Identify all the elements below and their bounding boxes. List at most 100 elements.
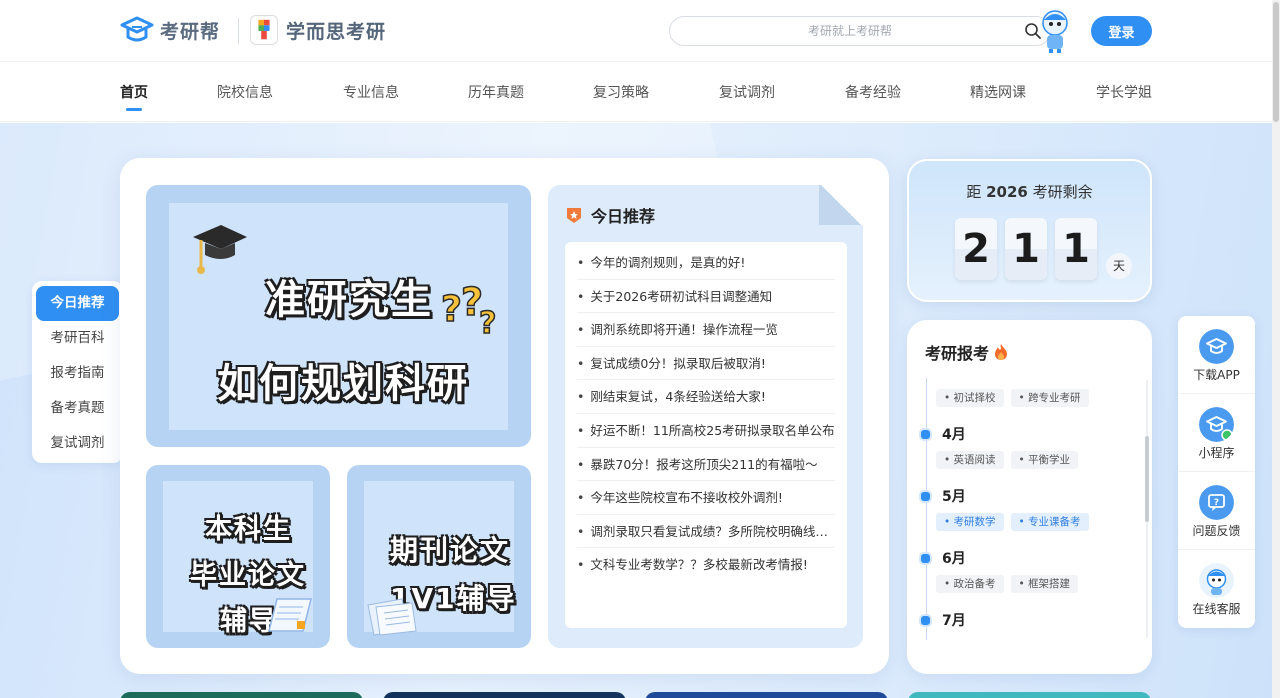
banner-small1-line1: 本科生: [205, 514, 292, 545]
graduation-cap-icon: [193, 225, 247, 274]
timeline-tag[interactable]: 英语阅读: [936, 451, 1004, 469]
banner-thesis-tutoring[interactable]: 本科生 毕业论文 辅导: [146, 465, 330, 648]
countdown-prefix: 距: [966, 183, 982, 201]
list-item[interactable]: 刚结束复试，4条经验送给大家!: [577, 380, 835, 414]
side-item-exams[interactable]: 备考真题: [36, 391, 119, 426]
nav-item-experience[interactable]: 备考经验: [845, 82, 901, 102]
timeline-dot: [919, 489, 932, 503]
login-button[interactable]: 登录: [1091, 16, 1152, 46]
list-item[interactable]: 好运不断！11所高校25考研拟录取名单公布: [577, 414, 835, 448]
countdown-digit: 1: [1055, 218, 1097, 280]
page-fold-decoration: [819, 185, 863, 225]
page-scrollbar[interactable]: [1272, 0, 1280, 698]
mini-program-button[interactable]: 小程序: [1178, 394, 1255, 472]
kaoyanbang-logo[interactable]: 考研帮: [120, 15, 220, 45]
timeline-tag[interactable]: 专业课备考: [1010, 513, 1089, 531]
countdown-unit: 天: [1106, 253, 1132, 279]
graduation-cap-icon: [1199, 329, 1234, 364]
list-item[interactable]: 今年这些院校宣布不接收校外调剂!: [577, 481, 835, 515]
download-app-button[interactable]: 下载APP: [1178, 316, 1255, 394]
timeline-title-text: 考研报考: [925, 344, 990, 363]
month-label: 4月: [942, 427, 966, 443]
timeline-tag[interactable]: 跨专业考研: [1010, 389, 1089, 407]
banner-inner: 期刊论文 1V1辅导: [364, 481, 515, 636]
fire-icon: [995, 344, 1008, 360]
list-item[interactable]: 调剂系统即将开通！操作流程一览: [577, 313, 835, 347]
exam-countdown: 距 2026 考研剩余 2 1 1 天: [907, 159, 1152, 302]
bottom-card[interactable]: [120, 692, 363, 698]
timeline-month: 4月: [919, 424, 966, 444]
feedback-button[interactable]: ? 问题反馈: [1178, 472, 1255, 550]
banner-small2-line1: 期刊论文: [390, 534, 511, 567]
bottom-card[interactable]: [908, 692, 1151, 698]
list-item[interactable]: 复试成绩0分！拟录取后被取消!: [577, 347, 835, 381]
nav-item-past-exams[interactable]: 历年真题: [468, 82, 524, 102]
timeline-tag[interactable]: 框架搭建: [1010, 575, 1079, 593]
timeline-tag[interactable]: 考研数学: [936, 513, 1004, 531]
bottom-card[interactable]: [645, 692, 888, 698]
banner-research-planning[interactable]: 准研究生 如何规划科研 ? ? ?: [146, 185, 531, 447]
customer-service-icon: [1199, 563, 1234, 598]
exam-timeline-card: 考研报考 初试择校 跨专业考研 4月 英语阅读 平衡学业 5月 考研数学 专业课…: [907, 320, 1152, 674]
page-scrollbar-thumb[interactable]: [1273, 2, 1279, 122]
float-label: 在线客服: [1192, 602, 1241, 616]
side-menu: 今日推荐 考研百科 报考指南 备考真题 复试调剂: [32, 281, 123, 463]
nav-item-retest[interactable]: 复试调剂: [719, 82, 775, 102]
bottom-card[interactable]: [383, 692, 626, 698]
xueersi-logo[interactable]: 学而思考研: [250, 15, 386, 45]
recommend-list: 今年的调剂规则，是真的好! 关于2026考研初试科目调整通知 调剂系统即将开通！…: [565, 242, 847, 628]
scrollbar-thumb[interactable]: [1145, 436, 1149, 522]
countdown-suffix: 考研剩余: [1032, 183, 1093, 201]
papers-icon: [367, 598, 417, 636]
timeline-scrollbar[interactable]: [1145, 380, 1149, 638]
svg-text:?: ?: [1214, 498, 1219, 508]
xueersi-mark-icon: [250, 15, 278, 45]
list-item[interactable]: 关于2026考研初试科目调整通知: [577, 280, 835, 314]
nav-item-courses[interactable]: 精选网课: [970, 82, 1026, 102]
countdown-title: 距 2026 考研剩余: [909, 181, 1150, 202]
nav-item-home[interactable]: 首页: [120, 82, 148, 111]
banner-big-line2: 如何规划科研: [217, 361, 469, 407]
main-nav: 首页 院校信息 专业信息 历年真题 复习策略 复试调剂 备考经验 精选网课 学长…: [0, 62, 1272, 122]
mascot-icon: [1042, 10, 1068, 53]
side-item-guide[interactable]: 报考指南: [36, 356, 119, 391]
timeline-tag[interactable]: 初试择校: [936, 389, 1004, 407]
timeline-month: 6月: [919, 548, 966, 568]
svg-text:?: ?: [479, 306, 496, 339]
mini-program-icon: [1199, 407, 1234, 442]
float-label: 问题反馈: [1192, 524, 1241, 538]
list-item[interactable]: 今年的调剂规则，是真的好!: [577, 246, 835, 280]
timeline-dot: [919, 427, 932, 441]
nav-item-strategy[interactable]: 复习策略: [593, 82, 649, 102]
nav-item-seniors[interactable]: 学长学姐: [1096, 82, 1152, 102]
nav-item-majors[interactable]: 专业信息: [343, 82, 399, 102]
timeline-month: 5月: [919, 486, 966, 506]
document-icon: [268, 598, 312, 632]
side-item-retest[interactable]: 复试调剂: [36, 426, 119, 461]
side-item-today[interactable]: 今日推荐: [36, 286, 119, 321]
list-item[interactable]: 暴跌70分！报考这所顶尖211的有福啦～: [577, 448, 835, 482]
banner-inner: 本科生 毕业论文 辅导: [163, 481, 313, 637]
online-service-button[interactable]: 在线客服: [1178, 550, 1255, 628]
timeline-tag[interactable]: 平衡学业: [1010, 451, 1079, 469]
timeline-tag[interactable]: 政治备考: [936, 575, 1004, 593]
nav-item-schools[interactable]: 院校信息: [217, 82, 273, 102]
timeline-body: 初试择校 跨专业考研 4月 英语阅读 平衡学业 5月 考研数学 专业课备考 6月…: [907, 378, 1152, 640]
feedback-icon: ?: [1199, 485, 1234, 520]
list-item[interactable]: 调剂录取只看复试成绩？多所院校明确线上复试: [577, 515, 835, 549]
banner-inner: 准研究生 如何规划科研 ? ? ?: [169, 203, 508, 430]
banner-journal-tutoring[interactable]: 期刊论文 1V1辅导: [347, 465, 531, 648]
recommend-header: 今日推荐: [565, 203, 655, 227]
question-marks-icon: ? ? ?: [440, 281, 497, 339]
float-label: 小程序: [1198, 446, 1235, 460]
countdown-digit: 2: [955, 218, 997, 280]
tag-group: 英语阅读 平衡学业: [936, 451, 1079, 469]
search-input[interactable]: [680, 17, 1020, 45]
countdown-digit: 1: [1005, 218, 1047, 280]
list-item[interactable]: 文科专业考数学？？多校最新改考情报!: [577, 548, 835, 582]
timeline-line: [926, 378, 927, 640]
today-recommend-panel: 今日推荐 今年的调剂规则，是真的好! 关于2026考研初试科目调整通知 调剂系统…: [548, 185, 863, 648]
side-item-wiki[interactable]: 考研百科: [36, 321, 119, 356]
tag-group: 初试择校 跨专业考研: [936, 389, 1089, 407]
month-label: 7月: [942, 613, 966, 629]
